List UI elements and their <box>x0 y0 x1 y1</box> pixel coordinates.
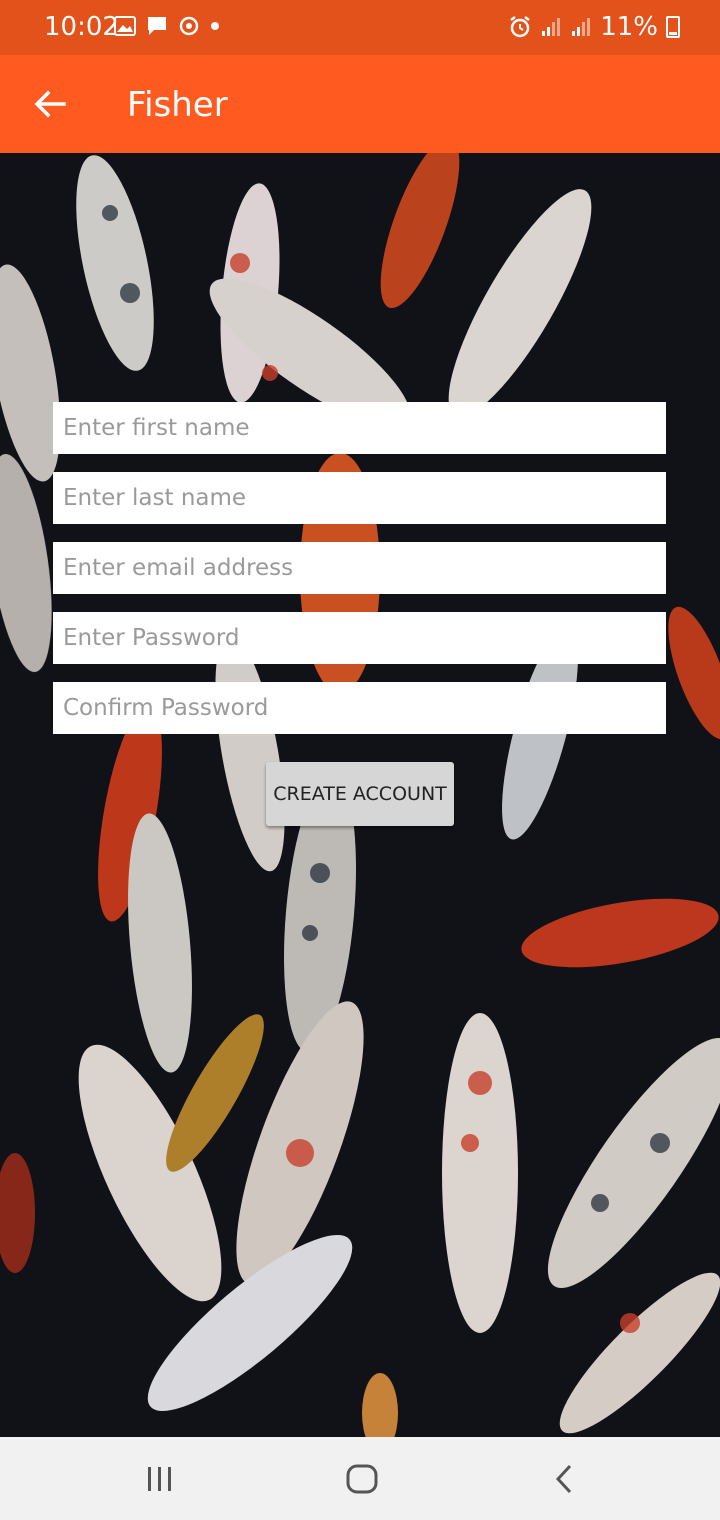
signal-icon <box>572 18 591 36</box>
image-icon <box>114 16 136 36</box>
confirm-password-input[interactable] <box>53 682 666 734</box>
status-bar: 10:02 11% <box>0 0 720 55</box>
status-time: 10:02 <box>44 12 119 42</box>
alarm-icon <box>510 16 530 38</box>
home-icon <box>346 1464 378 1494</box>
signup-form <box>53 402 666 752</box>
first-name-input[interactable] <box>53 402 666 454</box>
sync-icon <box>179 16 199 36</box>
app-bar: Fisher <box>0 55 720 153</box>
battery-percent: 11% <box>600 12 658 42</box>
back-chevron-icon <box>555 1464 572 1494</box>
system-icons: 11% <box>508 12 680 42</box>
nav-back-button[interactable] <box>544 1461 584 1497</box>
recents-icon <box>148 1467 171 1491</box>
app-title: Fisher <box>127 85 228 125</box>
battery-icon <box>666 16 680 38</box>
notification-icons <box>114 15 220 37</box>
arrow-left-icon <box>34 90 66 118</box>
dot-icon <box>211 22 219 30</box>
message-icon <box>148 17 166 35</box>
home-button[interactable] <box>342 1461 382 1497</box>
create-account-button[interactable]: CREATE ACCOUNT <box>266 762 454 826</box>
email-input[interactable] <box>53 542 666 594</box>
last-name-input[interactable] <box>53 472 666 524</box>
signal-icon <box>542 18 561 36</box>
recents-button[interactable] <box>140 1461 180 1497</box>
password-input[interactable] <box>53 612 666 664</box>
back-button[interactable] <box>28 82 72 126</box>
system-nav-bar <box>0 1437 720 1520</box>
